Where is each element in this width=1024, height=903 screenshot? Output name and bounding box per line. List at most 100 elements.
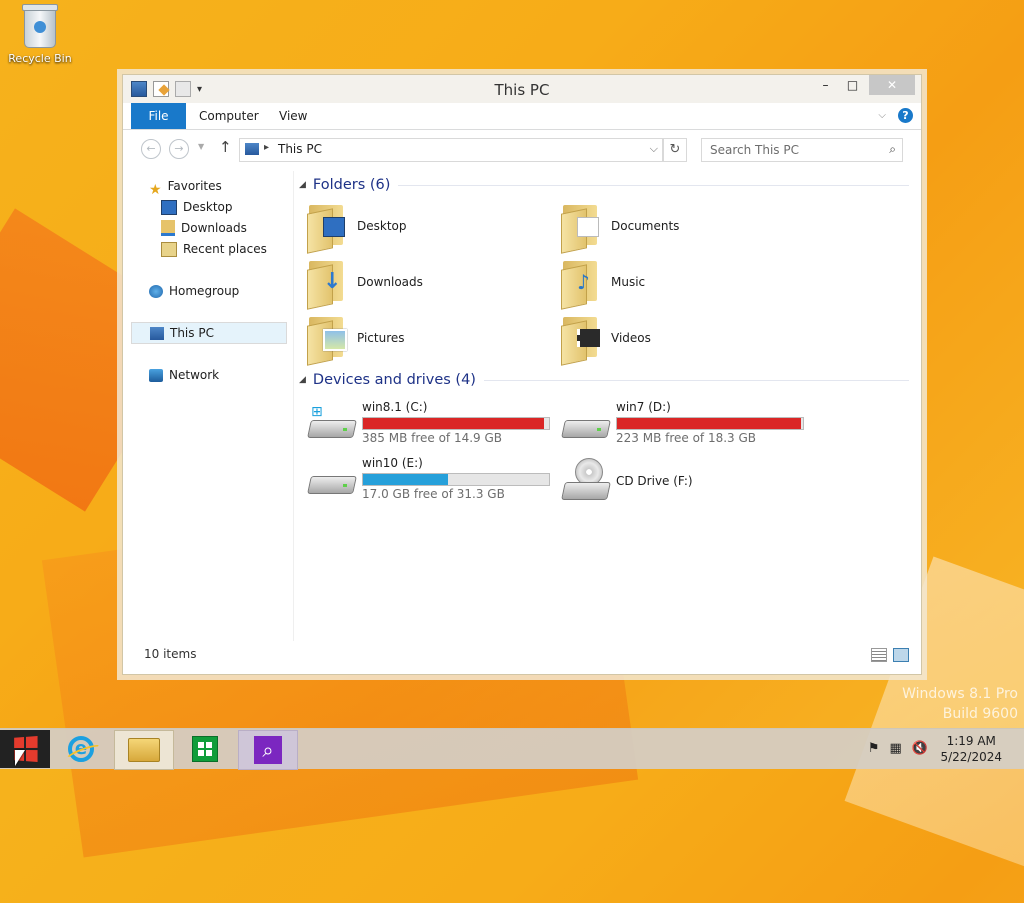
maximize-button[interactable]: □ — [839, 75, 866, 95]
clock[interactable]: 1:19 AM 5/22/2024 — [940, 733, 1002, 765]
window-title: This PC — [494, 81, 550, 99]
drive-label: CD Drive (F:) — [616, 474, 693, 488]
nav-recent-places[interactable]: Recent places — [161, 239, 267, 259]
content-pane: ◢ Folders (6) Desktop Documents ↓ Downlo… — [297, 171, 909, 637]
address-dropdown-icon[interactable]: ⌵ — [650, 142, 658, 156]
item-count: 10 items — [144, 647, 197, 661]
ribbon-tabs: File Computer View ⌵ ? — [123, 103, 921, 130]
nav-network[interactable]: Network — [149, 365, 219, 385]
large-icons-view-icon[interactable] — [893, 648, 909, 662]
hard-drive-icon: ⊞ — [307, 404, 357, 440]
breadcrumb[interactable]: This PC — [278, 142, 322, 156]
tab-computer[interactable]: Computer — [199, 103, 259, 129]
network-status-icon[interactable]: ▦ — [890, 741, 902, 756]
search-input[interactable] — [708, 139, 872, 161]
help-icon[interactable]: ? — [898, 108, 913, 123]
homegroup-icon — [149, 284, 163, 298]
title-bar[interactable]: ▾ This PC – □ ✕ — [123, 75, 921, 103]
desktop-icon — [161, 199, 177, 215]
tab-view[interactable]: View — [279, 103, 307, 129]
nav-label: Homegroup — [169, 284, 240, 298]
drive-f[interactable]: CD Drive (F:) — [551, 456, 811, 508]
nav-label: Network — [169, 368, 220, 382]
nav-desktop[interactable]: Desktop — [161, 197, 233, 217]
taskbar: e ⌕ ⚑ ▦ 🔇 1:19 AM 5/22/2024 — [0, 728, 1024, 770]
taskbar-store[interactable] — [176, 730, 234, 768]
address-bar[interactable]: ▸ This PC ⌵ — [239, 138, 663, 162]
mouse-cursor-icon — [15, 750, 25, 766]
tab-file[interactable]: File — [131, 103, 186, 129]
refresh-button[interactable]: ↻ — [663, 138, 687, 162]
hard-drive-icon — [561, 412, 611, 440]
nav-favorites[interactable]: ★ Favorites — [149, 176, 222, 198]
store-icon — [192, 736, 218, 762]
group-title: Devices and drives (4) — [312, 372, 476, 388]
details-view-icon[interactable] — [871, 648, 887, 662]
folder-desktop[interactable]: Desktop — [307, 201, 547, 254]
taskbar-internet-explorer[interactable]: e — [52, 730, 110, 768]
drive-label: win7 (D:) — [616, 400, 671, 414]
folder-documents[interactable]: Documents — [561, 201, 801, 254]
folder-videos[interactable]: Videos — [561, 313, 801, 366]
folder-label: Pictures — [357, 331, 405, 345]
start-button[interactable] — [0, 730, 50, 768]
magnifier-icon: ⌕ — [254, 736, 282, 764]
drive-d[interactable]: win7 (D:) 223 MB free of 18.3 GB — [551, 400, 811, 452]
drive-label: win10 (E:) — [362, 456, 423, 470]
drive-label: win8.1 (C:) — [362, 400, 428, 414]
search-box: ⌕ — [701, 138, 903, 162]
back-button[interactable]: ← — [141, 139, 161, 159]
nav-label: Favorites — [167, 179, 222, 193]
expand-ribbon-chevron-icon[interactable]: ⌵ — [878, 110, 886, 121]
drive-free-space: 17.0 GB free of 31.3 GB — [362, 487, 505, 501]
folder-pictures[interactable]: Pictures — [307, 313, 547, 366]
up-button[interactable]: ↑ — [219, 138, 232, 156]
clock-time: 1:19 AM — [946, 734, 996, 748]
drive-usage-bar — [616, 417, 804, 430]
star-icon: ★ — [149, 181, 162, 198]
nav-label: Recent places — [183, 242, 267, 256]
folder-icon — [561, 315, 600, 366]
recycle-bin-label: Recycle Bin — [8, 52, 72, 65]
nav-label: Desktop — [183, 200, 233, 214]
nav-this-pc[interactable]: This PC — [131, 322, 287, 344]
drive-c[interactable]: ⊞ win8.1 (C:) 385 MB free of 14.9 GB — [297, 400, 557, 452]
nav-homegroup[interactable]: Homegroup — [149, 281, 239, 301]
system-tray: ⚑ ▦ 🔇 — [868, 741, 928, 756]
recycle-bin-shortcut[interactable]: Recycle Bin — [6, 4, 74, 65]
nav-label: This PC — [170, 326, 214, 340]
volume-muted-icon[interactable]: 🔇 — [912, 741, 928, 756]
drives-group-header[interactable]: ◢ Devices and drives (4) — [299, 370, 909, 390]
folder-icon: ♪ — [561, 259, 599, 310]
minimize-button[interactable]: – — [812, 75, 839, 95]
computer-icon — [150, 326, 164, 340]
windows-watermark: Windows 8.1 Pro Build 9600 — [902, 684, 1018, 724]
taskbar-search-app[interactable]: ⌕ — [238, 730, 298, 770]
search-icon[interactable]: ⌕ — [889, 142, 896, 157]
folder-label: Desktop — [357, 219, 407, 233]
forward-button[interactable]: → — [169, 139, 189, 159]
folder-label: Documents — [611, 219, 680, 233]
drive-usage-bar — [362, 473, 550, 486]
breadcrumb-separator-icon[interactable]: ▸ — [264, 142, 269, 153]
recent-locations-dropdown-icon[interactable]: ▼ — [198, 142, 204, 151]
watermark-build: Build 9600 — [942, 706, 1018, 722]
pane-splitter[interactable] — [293, 171, 294, 641]
nav-label: Downloads — [181, 221, 247, 235]
internet-explorer-icon: e — [68, 736, 94, 762]
folders-group-header[interactable]: ◢ Folders (6) — [299, 175, 909, 195]
address-row: ← → ▼ ↑ ▸ This PC ⌵ ↻ ⌕ — [123, 130, 921, 168]
nav-downloads[interactable]: Downloads — [161, 218, 247, 238]
folder-downloads[interactable]: ↓ Downloads — [307, 257, 547, 310]
status-bar: 10 items — [123, 640, 921, 674]
drive-e[interactable]: win10 (E:) 17.0 GB free of 31.3 GB — [297, 456, 557, 508]
action-center-flag-icon[interactable]: ⚑ — [868, 741, 880, 756]
close-button[interactable]: ✕ — [869, 75, 915, 95]
drive-usage-bar — [362, 417, 550, 430]
recent-places-icon — [161, 241, 177, 257]
taskbar-file-explorer[interactable] — [114, 730, 174, 770]
collapse-triangle-icon[interactable]: ◢ — [299, 375, 306, 385]
collapse-triangle-icon[interactable]: ◢ — [299, 180, 306, 190]
file-explorer-icon — [128, 738, 160, 762]
folder-music[interactable]: ♪ Music — [561, 257, 801, 310]
